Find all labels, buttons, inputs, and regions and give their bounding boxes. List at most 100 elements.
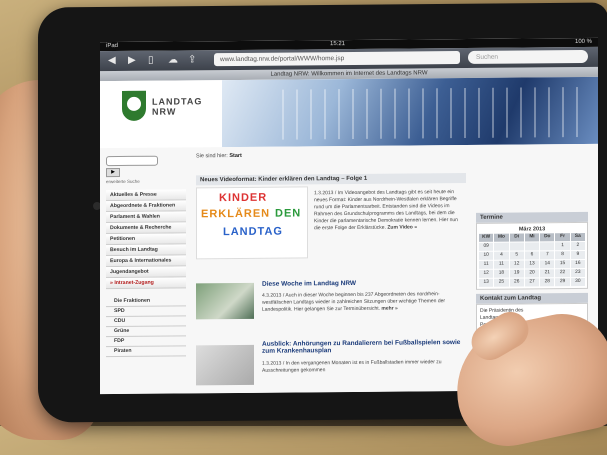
calendar-day[interactable]: 6	[524, 251, 540, 260]
article-3-heading[interactable]: Ausblick: Anhörungen zu Randalierern bei…	[262, 339, 462, 355]
calendar-day[interactable]: 25	[494, 278, 509, 287]
battery-level: 100 %	[574, 38, 592, 46]
article-3-text: 1.3.2013 / In den vergangenen Monaten is…	[262, 359, 442, 374]
nrw-logo-icon	[122, 90, 146, 121]
clock: 15:21	[330, 41, 346, 48]
article-1-text: 1.3.2013 / Im Videoangebot des Landtags …	[314, 189, 464, 232]
menu-item[interactable]: Besuch im Landtag	[106, 244, 186, 257]
kinder-video-image[interactable]: KINDER ERKLÄREN DEN LANDTAG	[196, 186, 308, 260]
main-column: Sie sind hier: Start Neues Videoformat: …	[196, 151, 466, 386]
calendar-day[interactable]: 12	[509, 260, 524, 269]
calendar-day[interactable]: 23	[570, 268, 585, 278]
article-1-body: 1.3.2013 / Im Videoangebot des Landtags …	[314, 189, 458, 232]
menu-item[interactable]: Aktuelles & Presse	[106, 189, 186, 202]
main-menu: Aktuelles & Presse Abgeordnete & Fraktio…	[106, 189, 186, 290]
breadcrumb: Sie sind hier: Start	[196, 151, 466, 163]
calendar-day	[524, 242, 540, 251]
fraktion-item[interactable]: SPD	[106, 306, 186, 318]
calendar-day-header: Fr	[555, 233, 570, 242]
calendar-day[interactable]: 11	[479, 260, 494, 269]
header-image	[222, 76, 598, 148]
menu-item[interactable]: Abgeordnete & Fraktionen	[106, 200, 186, 213]
calendar-day[interactable]: 1	[555, 242, 570, 251]
calendar-day[interactable]: 11	[494, 260, 509, 269]
menu-item[interactable]: Parlament & Wahlen	[106, 211, 186, 224]
article-1-more-link[interactable]: Zum Video »	[387, 224, 417, 230]
calendar-day[interactable]: 29	[555, 278, 570, 287]
calendar-day[interactable]: 20	[524, 269, 540, 278]
calendar-day[interactable]: 27	[524, 278, 540, 287]
bookmarks-icon[interactable]: ▯	[148, 55, 154, 67]
calendar-day[interactable]: 13	[479, 278, 494, 287]
calendar-day[interactable]: 18	[494, 269, 509, 278]
cloud-icon[interactable]: ☁	[168, 54, 178, 66]
article-2-more-link[interactable]: mehr »	[381, 306, 397, 312]
fraktion-item[interactable]: FDP	[106, 336, 186, 348]
menu-item[interactable]: Petitionen	[106, 233, 186, 246]
calendar-day-header: Mo	[494, 233, 509, 242]
calendar-day[interactable]: 21	[540, 269, 555, 278]
forward-icon[interactable]: ▶	[128, 55, 136, 67]
site-banner: LANDTAG NRW	[100, 76, 598, 149]
calendar-day-header: Di	[509, 233, 524, 242]
search-go-button[interactable]: ▶	[106, 167, 120, 178]
calendar-day[interactable]: 8	[555, 251, 570, 260]
article-3-thumbnail[interactable]	[196, 344, 254, 386]
calendar-day[interactable]: 9	[570, 250, 585, 260]
kinder-word: KINDER	[219, 191, 268, 205]
search-field[interactable]: Suchen	[468, 49, 588, 64]
device-label: iPad	[106, 43, 119, 50]
calendar-day[interactable]: 16	[570, 259, 585, 269]
calendar-day[interactable]: 12	[479, 269, 494, 278]
calendar-day-header: KW	[479, 233, 494, 242]
logo-line1: LANDTAG	[152, 96, 203, 107]
calendar-day[interactable]: 26	[509, 278, 524, 287]
site-logo[interactable]: LANDTAG NRW	[152, 96, 202, 116]
calendar-day[interactable]: 5	[509, 251, 524, 260]
calendar-day[interactable]: 09	[479, 242, 494, 251]
fraktion-item[interactable]: CDU	[106, 316, 186, 328]
menu-item-intranet[interactable]: » Intranet-Zugang	[106, 277, 186, 290]
article-2-text: 4.3.2013 / Auch in dieser Woche beginnen…	[262, 291, 462, 314]
back-icon[interactable]: ◀	[108, 55, 116, 67]
calendar-day[interactable]: 4	[494, 251, 509, 260]
calendar-day[interactable]: 13	[524, 260, 540, 269]
kinder-word: ERKLÄREN	[201, 207, 271, 221]
kinder-word: LANDTAG	[223, 225, 283, 239]
article-2-heading[interactable]: Diese Woche im Landtag NRW	[262, 279, 462, 288]
calendar-day[interactable]: 10	[479, 251, 494, 260]
sidebar-search-input[interactable]	[106, 155, 158, 167]
fraktion-item[interactable]: Piraten	[106, 346, 186, 358]
article-2-thumbnail[interactable]	[196, 282, 254, 320]
calendar-day	[540, 242, 555, 251]
calendar-day-header: Sa	[570, 232, 585, 242]
breadcrumb-label: Sie sind hier:	[196, 153, 228, 160]
share-icon[interactable]: ⇪	[188, 54, 196, 66]
calendar-day[interactable]: 19	[509, 269, 524, 278]
calendar-day	[509, 242, 524, 251]
menu-item[interactable]: Europa & Internationales	[106, 255, 186, 268]
calendar-day[interactable]: 30	[570, 277, 585, 287]
fraktionen-title: Die Fraktionen	[106, 296, 186, 308]
menu-item[interactable]: Dokumente & Recherche	[106, 222, 186, 235]
calendar-day[interactable]: 7	[540, 251, 555, 260]
advanced-search-link[interactable]: erweiterte Suche	[106, 178, 186, 184]
calendar-day[interactable]: 28	[540, 278, 555, 287]
sidebar: ▶ erweiterte Suche Aktuelles & Presse Ab…	[106, 155, 186, 358]
calendar-day	[494, 242, 509, 251]
article-2-body: 4.3.2013 / Auch in dieser Woche beginnen…	[262, 291, 446, 313]
calendar-day[interactable]: 22	[555, 269, 570, 278]
calendar-day-header: Mi	[524, 233, 540, 242]
calendar-day[interactable]: 2	[570, 241, 585, 251]
menu-item[interactable]: Jugendangebot	[106, 266, 186, 279]
calendar-day[interactable]: 14	[540, 260, 555, 269]
logo-line2: NRW	[152, 106, 177, 117]
fraktionen-list: Die Fraktionen SPD CDU Grüne FDP Piraten	[106, 296, 186, 358]
breadcrumb-current[interactable]: Start	[229, 153, 242, 159]
fraktion-item[interactable]: Grüne	[106, 326, 186, 338]
news-section-title[interactable]: Neues Videoformat: Kinder erklären den L…	[196, 172, 466, 186]
calendar-grid: KW Mo Di Mi Do Fr Sa 09 1 2 10 4 5 6 7 8 9 11 11 12 13 14 15 16…	[479, 232, 585, 287]
calendar-widget: März 2013 KW Mo Di Mi Do Fr Sa 09 1 2 10 4 5 6 7 8 9 11 11…	[476, 221, 588, 290]
address-bar[interactable]: www.landtag.nrw.de/portal/WWW/home.jsp	[214, 51, 460, 67]
calendar-day[interactable]: 15	[555, 260, 570, 269]
